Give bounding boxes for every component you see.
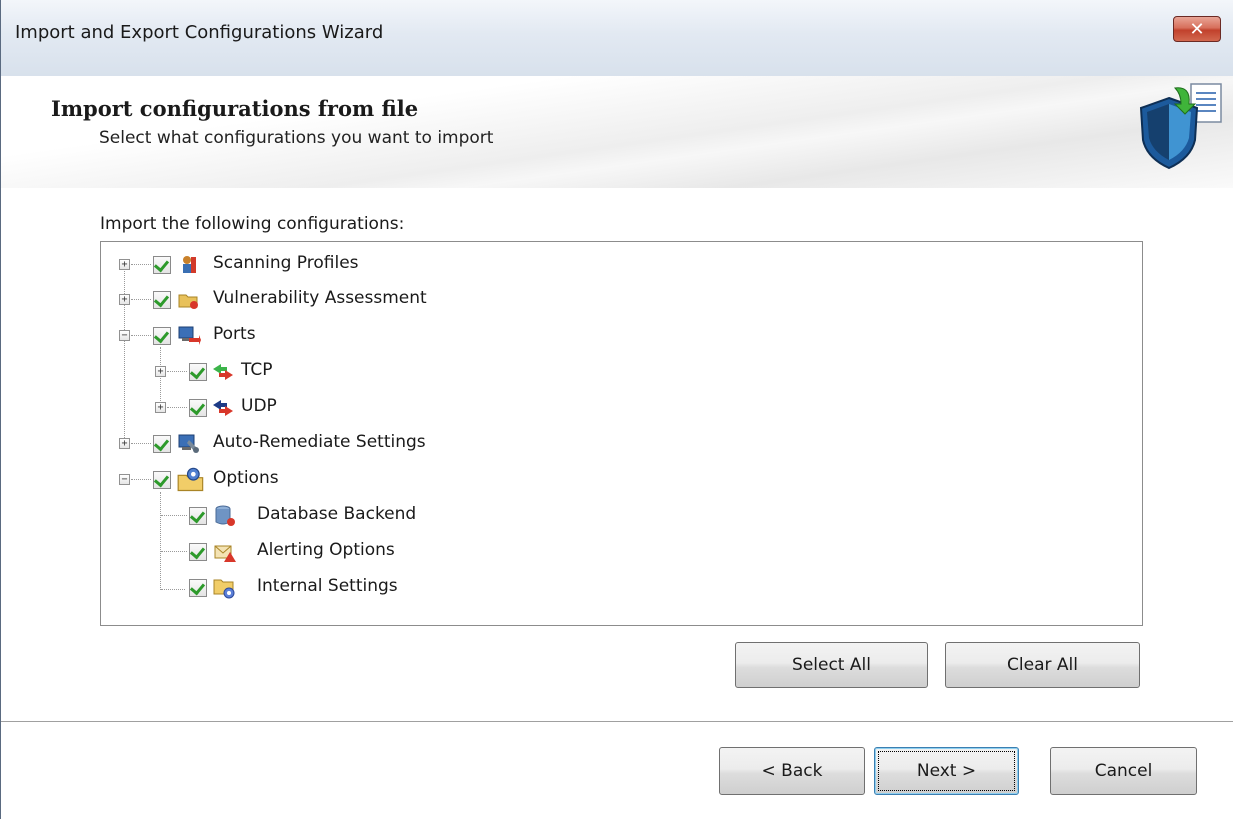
tree-node-ports[interactable]: − Ports	[101, 319, 701, 353]
clear-all-button[interactable]: Clear All	[945, 642, 1140, 688]
alerting-icon	[214, 545, 236, 562]
tree-connector	[131, 299, 151, 300]
back-button[interactable]: < Back	[719, 747, 865, 795]
focus-rectangle	[878, 751, 1015, 791]
checkbox-udp[interactable]	[189, 399, 207, 417]
tree-connector	[167, 407, 187, 408]
tree-connector	[167, 371, 187, 372]
tree-node-label: Vulnerability Assessment	[213, 288, 427, 308]
checkbox-alerting-options[interactable]	[189, 543, 207, 561]
vulnerability-icon	[178, 294, 198, 309]
tree-node-auto-remediate-settings[interactable]: + Auto-Remediate Settings	[101, 427, 701, 461]
tree-node-alerting-options[interactable]: Alerting Options	[101, 535, 701, 569]
collapse-minus-icon[interactable]: −	[119, 474, 130, 485]
tree-node-label: Ports	[213, 324, 256, 344]
tree-connector	[131, 479, 151, 480]
tree-node-udp[interactable]: + UDP	[101, 391, 701, 425]
shield-import-icon	[1139, 83, 1222, 170]
wizard-window: Import and Export Configurations Wizard …	[0, 0, 1233, 819]
tree-node-label: Internal Settings	[257, 576, 398, 596]
expand-plus-icon[interactable]: +	[155, 402, 166, 413]
checkbox-vulnerability-assessment[interactable]	[153, 291, 171, 309]
checkbox-ports[interactable]	[153, 327, 171, 345]
page-title: Import configurations from file	[51, 96, 419, 121]
udp-arrows-icon	[213, 400, 233, 416]
import-prompt-label: Import the following configurations:	[100, 214, 405, 234]
tree-connector	[131, 335, 151, 336]
tree-connector	[131, 443, 151, 444]
tree-node-label: Auto-Remediate Settings	[213, 432, 426, 452]
tree-node-scanning-profiles[interactable]: + Scanning Profiles	[101, 248, 701, 282]
tree-node-tcp[interactable]: + TCP	[101, 355, 701, 389]
scanning-profiles-icon	[183, 256, 196, 273]
expand-plus-icon[interactable]: +	[119, 259, 130, 270]
next-button[interactable]: Next >	[874, 747, 1019, 795]
tree-node-options[interactable]: − Options	[101, 463, 701, 497]
tree-node-label: Alerting Options	[257, 540, 395, 560]
checkbox-scanning-profiles[interactable]	[153, 256, 171, 274]
close-icon: ✕	[1189, 18, 1205, 40]
tree-node-label: Options	[213, 468, 279, 488]
tree-node-label: Scanning Profiles	[213, 253, 359, 273]
tree-node-internal-settings[interactable]: Internal Settings	[101, 571, 701, 605]
footer-divider	[1, 721, 1233, 723]
select-all-button[interactable]: Select All	[735, 642, 928, 688]
title-bar[interactable]: Import and Export Configurations Wizard …	[1, 0, 1233, 76]
checkbox-tcp[interactable]	[189, 363, 207, 381]
wizard-header: Import configurations from file Select w…	[1, 76, 1233, 188]
tree-node-database-backend[interactable]: Database Backend	[101, 499, 701, 533]
tree-connector	[131, 264, 151, 265]
page-subtitle: Select what configurations you want to i…	[99, 128, 494, 148]
checkbox-auto-remediate-settings[interactable]	[153, 435, 171, 453]
auto-remediate-icon	[178, 434, 199, 453]
tree-node-vulnerability-assessment[interactable]: + Vulnerability Assessment	[101, 283, 701, 317]
cancel-button[interactable]: Cancel	[1050, 747, 1197, 795]
collapse-minus-icon[interactable]: −	[119, 330, 130, 341]
tree-connector	[161, 515, 187, 516]
expand-plus-icon[interactable]: +	[119, 438, 130, 449]
expand-plus-icon[interactable]: +	[119, 294, 130, 305]
window-title: Import and Export Configurations Wizard	[15, 22, 384, 43]
expand-plus-icon[interactable]: +	[155, 366, 166, 377]
internal-settings-icon	[213, 579, 235, 599]
configurations-tree[interactable]: + Scanning Profiles + Vulnerability Asse…	[100, 241, 1143, 626]
checkbox-database-backend[interactable]	[189, 507, 207, 525]
tree-node-label: UDP	[241, 396, 277, 416]
options-folder-icon	[177, 467, 204, 492]
tcp-arrows-icon	[213, 364, 233, 380]
tree-node-label: Database Backend	[257, 504, 417, 524]
database-icon	[215, 505, 235, 526]
checkbox-internal-settings[interactable]	[189, 579, 207, 597]
tree-node-label: TCP	[241, 360, 273, 380]
ports-icon	[178, 326, 201, 345]
tree-connector	[161, 551, 187, 552]
checkbox-options[interactable]	[153, 471, 171, 489]
close-button[interactable]: ✕	[1173, 16, 1221, 42]
